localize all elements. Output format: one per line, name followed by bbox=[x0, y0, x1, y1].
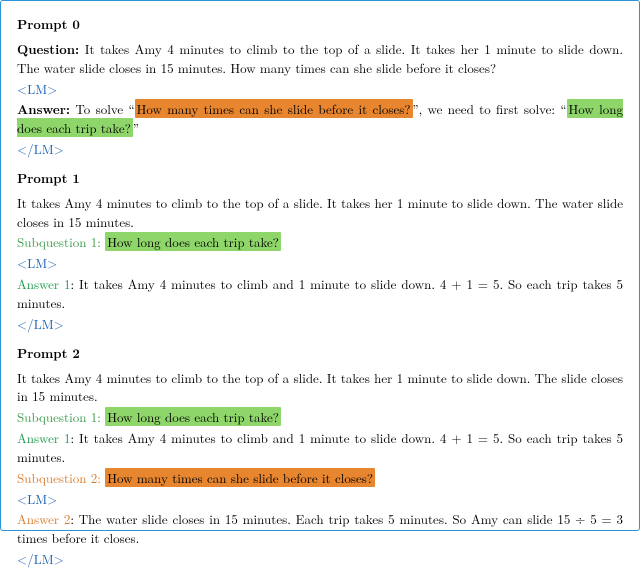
lm-close-tag: </LM> bbox=[17, 315, 623, 334]
prompt0-answer: Answer: To solve “How many times can she… bbox=[17, 100, 623, 138]
answer-prefix: To solve “ bbox=[75, 99, 134, 118]
subq2-text: How many times can she slide before it c… bbox=[105, 468, 375, 487]
answer-label: Answer: bbox=[17, 99, 70, 118]
prompt2-title: Prompt 2 bbox=[17, 344, 623, 363]
answer-mid: ”, we need to first solve: “ bbox=[413, 99, 567, 118]
prompt0-question: Question: It takes Amy 4 minutes to clim… bbox=[17, 40, 623, 78]
prompt1-subq1: Subquestion 1: How long does each trip t… bbox=[17, 233, 623, 252]
ans1-text: : It takes Amy 4 minutes to climb and 1 … bbox=[17, 274, 623, 312]
ans2-label: Answer 2 bbox=[17, 509, 70, 528]
lm-close-tag: </LM> bbox=[17, 550, 623, 569]
lm-close-tag: </LM> bbox=[17, 140, 623, 159]
prompt0-title: Prompt 0 bbox=[17, 15, 623, 34]
figure-panel: Prompt 0 Question: It takes Amy 4 minute… bbox=[0, 0, 640, 531]
prompt2-ans2: Answer 2: The water slide closes in 15 m… bbox=[17, 510, 623, 548]
question-label: Question: bbox=[17, 39, 79, 58]
subq1-text: How long does each trip take? bbox=[105, 407, 281, 426]
prompt2-context: It takes Amy 4 minutes to climb to the t… bbox=[17, 369, 623, 407]
ans1-text: : It takes Amy 4 minutes to climb and 1 … bbox=[17, 428, 623, 466]
prompt1-title: Prompt 1 bbox=[17, 169, 623, 188]
subq1-label: Subquestion 1: bbox=[17, 407, 101, 426]
ans1-label: Answer 1 bbox=[17, 428, 70, 447]
lm-open-tag: <LM> bbox=[17, 490, 623, 509]
subq1-text: How long does each trip take? bbox=[105, 232, 281, 251]
ans1-label: Answer 1 bbox=[17, 274, 70, 293]
prompt1-ans1: Answer 1: It takes Amy 4 minutes to clim… bbox=[17, 275, 623, 313]
subq2-label: Subquestion 2: bbox=[17, 468, 101, 487]
subq1-label: Subquestion 1: bbox=[17, 232, 101, 251]
lm-open-tag: <LM> bbox=[17, 80, 623, 99]
hl-main-question: How many times can she slide before it c… bbox=[135, 99, 413, 118]
prompt2-ans1: Answer 1: It takes Amy 4 minutes to clim… bbox=[17, 429, 623, 467]
answer-suffix: ” bbox=[133, 118, 139, 137]
ans2-text: : The water slide closes in 15 minutes. … bbox=[17, 509, 623, 547]
lm-open-tag: <LM> bbox=[17, 254, 623, 273]
prompt2-subq2: Subquestion 2: How many times can she sl… bbox=[17, 469, 623, 488]
prompt1-context: It takes Amy 4 minutes to climb to the t… bbox=[17, 194, 623, 232]
question-text: It takes Amy 4 minutes to climb to the t… bbox=[17, 39, 623, 77]
prompt2-subq1: Subquestion 1: How long does each trip t… bbox=[17, 408, 623, 427]
